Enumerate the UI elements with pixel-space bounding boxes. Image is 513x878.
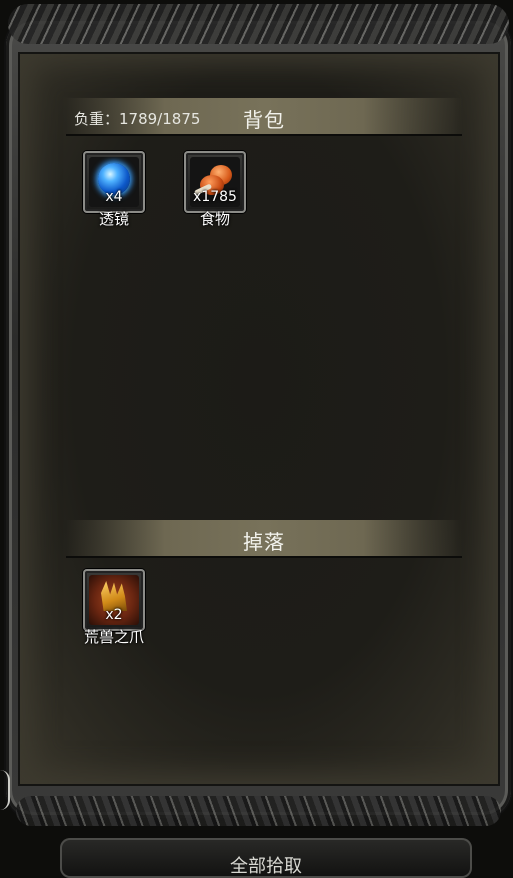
item-count: x1785 <box>193 189 237 205</box>
bag-slot-food[interactable]: x1785 <box>184 151 246 213</box>
pick-up-all-button[interactable]: 全部拾取 <box>60 838 472 878</box>
drop-title: 掉落 <box>243 530 285 554</box>
item-name: 食物 <box>199 210 230 228</box>
bag-slot-lens[interactable]: x4 <box>83 151 145 213</box>
pick-up-all-label: 全部拾取 <box>230 856 302 877</box>
drop-header: 掉落 <box>66 520 462 558</box>
bag-header: 负重：1789/1875 背包 <box>66 98 462 136</box>
side-edge-indicator <box>0 770 10 810</box>
item-count: x2 <box>105 607 123 623</box>
item-name: 透镜 <box>98 210 129 228</box>
bag-title: 背包 <box>243 108 285 132</box>
item-count: x4 <box>105 189 123 205</box>
drop-slot-claw[interactable]: x2 <box>83 569 145 631</box>
item-name: 荒兽之爪 <box>83 628 144 646</box>
